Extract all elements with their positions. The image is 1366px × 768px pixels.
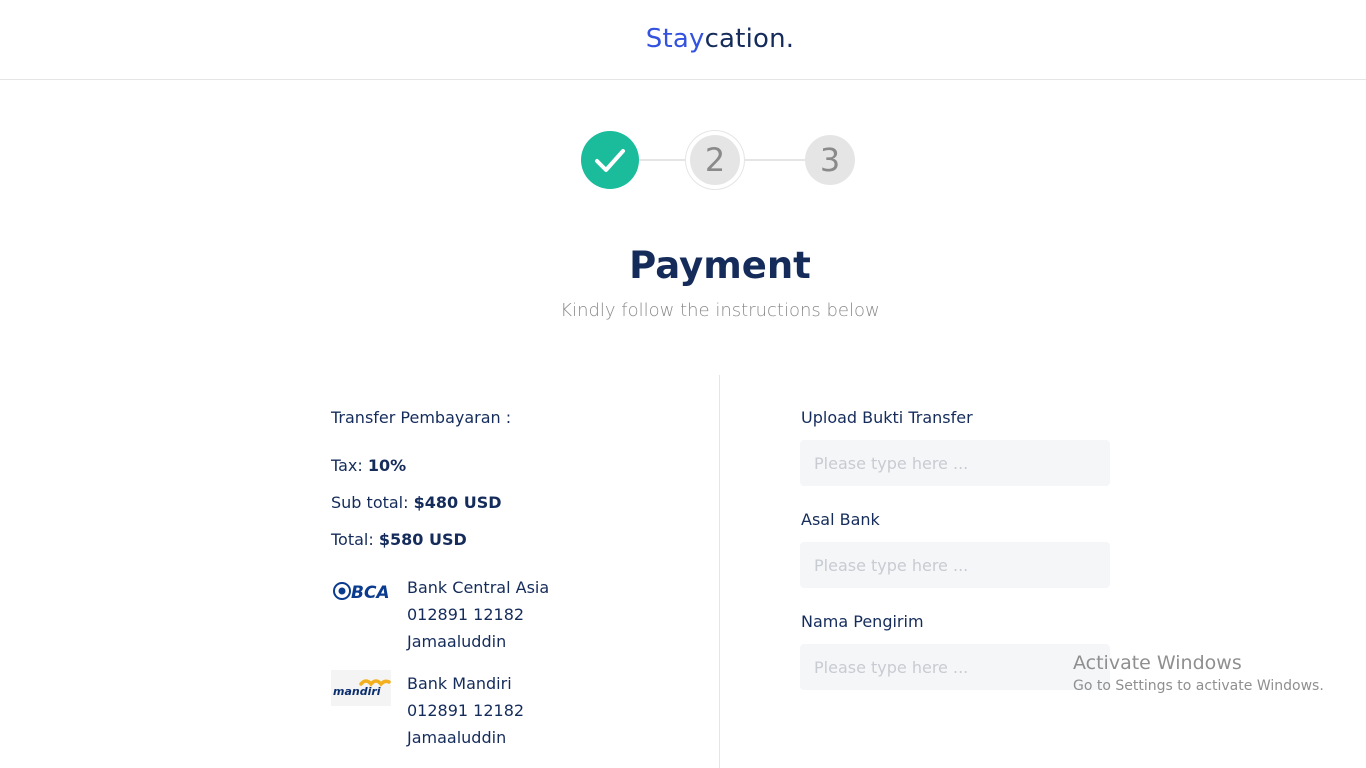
upload-proof-label: Upload Bukti Transfer (801, 408, 973, 427)
mandiri-logo-text: mandiri (333, 685, 381, 698)
bank-mandiri: mandiri Bank Mandiri 012891 12182 Jamaal… (331, 670, 691, 750)
stepper-connector (745, 159, 805, 161)
origin-bank-label: Asal Bank (801, 510, 880, 529)
mandiri-logo-icon: mandiri (331, 670, 391, 706)
tax-value: 10% (367, 456, 407, 475)
checkmark-icon (595, 149, 625, 172)
sender-name-label: Nama Pengirim (801, 612, 924, 631)
top-navbar: Staycation. (0, 0, 1366, 80)
sender-name-input[interactable] (800, 644, 1110, 690)
bca-logo-icon: BCA (331, 574, 391, 610)
bank-name: Bank Mandiri (407, 674, 512, 693)
total-label: Total: (331, 530, 374, 549)
mandiri-info: Bank Mandiri 012891 12182 Jamaaluddin (407, 670, 524, 751)
step-1-completed (581, 131, 639, 189)
page-subtitle: Kindly follow the instructions below (560, 300, 880, 321)
subtotal-label: Sub total: (331, 493, 409, 512)
bca-logo-text: BCA (351, 583, 390, 603)
origin-bank-input[interactable] (800, 542, 1110, 588)
bank-holder: Jamaaluddin (407, 632, 507, 651)
tax-label: Tax: (331, 456, 363, 475)
tax-line: Tax: 10% (331, 456, 406, 475)
booking-stepper: 2 3 (580, 130, 856, 190)
bank-bca: BCA Bank Central Asia 012891 12182 Jamaa… (331, 574, 691, 654)
bca-info: Bank Central Asia 012891 12182 Jamaaludd… (407, 574, 549, 655)
subtotal-value: $480 USD (413, 493, 502, 512)
brand-logo-accent: Stay (645, 24, 705, 54)
page-title: Payment (629, 244, 811, 287)
upload-proof-input[interactable] (800, 440, 1110, 486)
step-2-current: 2 (690, 135, 740, 185)
transfer-heading: Transfer Pembayaran : (331, 408, 512, 427)
stepper-connector (635, 159, 695, 161)
brand-logo-rest: cation. (704, 24, 795, 54)
total-value: $580 USD (378, 530, 467, 549)
bank-account: 012891 12182 (407, 701, 525, 720)
column-divider (719, 375, 720, 768)
bank-account: 012891 12182 (407, 605, 525, 624)
watermark-title: Activate Windows (1073, 652, 1242, 674)
bank-holder: Jamaaluddin (407, 728, 507, 747)
subtotal-line: Sub total: $480 USD (331, 493, 502, 512)
brand-logo[interactable]: Staycation. (0, 24, 1366, 54)
step-3-pending: 3 (805, 135, 855, 185)
total-line: Total: $580 USD (331, 530, 467, 549)
watermark-subtitle: Go to Settings to activate Windows. (1073, 678, 1324, 694)
windows-activation-watermark: Activate Windows Go to Settings to activ… (1073, 652, 1324, 694)
bank-name: Bank Central Asia (407, 578, 550, 597)
